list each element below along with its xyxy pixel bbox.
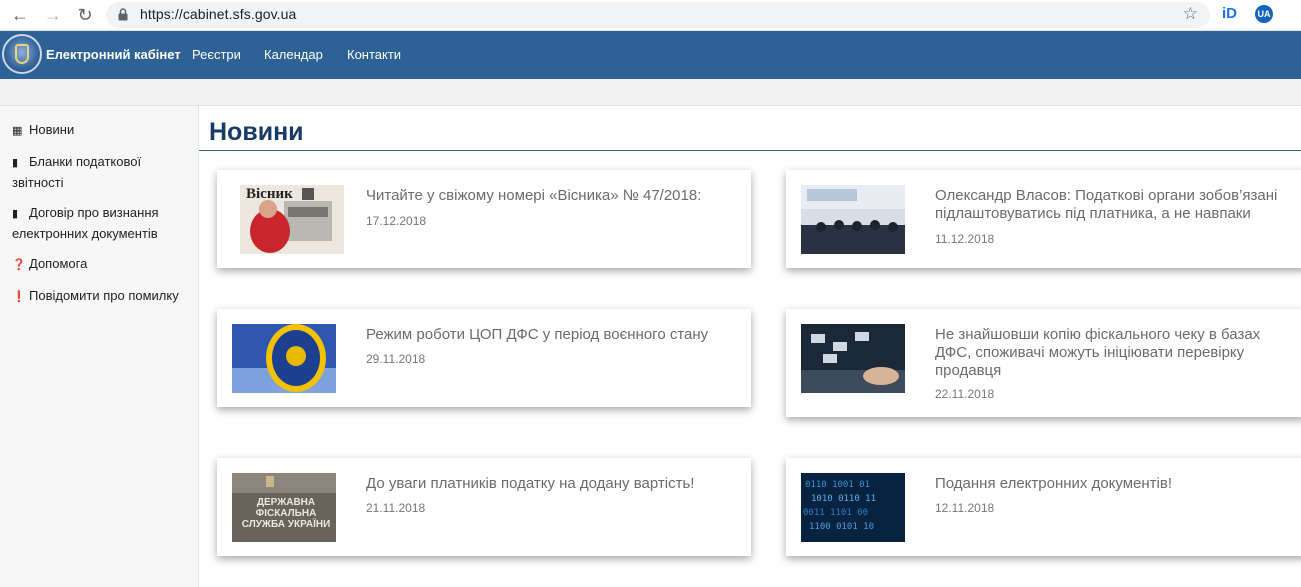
sidebar-item-label: Договір про визнання електронних докумен…	[12, 205, 159, 241]
exclamation-circle-icon: ❗	[12, 291, 26, 303]
news-card[interactable]: ДЕРЖАВНА ФІСКАЛЬНА СЛУЖБА УКРАЇНИ До ува…	[217, 458, 751, 556]
news-date: 12.11.2018	[935, 501, 995, 515]
sidebar-item-label: Допомога	[29, 256, 88, 271]
news-title[interactable]: Не знайшовши копію фіскального чеку в ба…	[935, 326, 1295, 380]
top-navbar: Електронний кабінет Реєстри Календар Кон…	[0, 31, 1301, 79]
back-arrow-icon[interactable]: ←	[9, 4, 31, 26]
sub-header-bar	[0, 79, 1301, 106]
sidebar-item-tax-forms[interactable]: ▮ Бланки податкової звітності	[12, 152, 187, 192]
question-circle-icon: ❓	[12, 259, 26, 271]
lock-icon	[118, 8, 128, 21]
url-text: https://cabinet.sfs.gov.ua	[140, 6, 297, 22]
sfs-emblem-logo[interactable]	[2, 34, 42, 74]
book-icon: ▮	[12, 208, 19, 220]
thumbnail-caption: Вісник	[246, 186, 293, 202]
brand-link[interactable]: Електронний кабінет	[46, 47, 181, 62]
news-thumbnail	[801, 185, 905, 254]
bookmark-star-icon[interactable]: ☆	[1183, 4, 1198, 24]
news-card[interactable]: Не знайшовши копію фіскального чеку в ба…	[786, 309, 1301, 417]
news-thumbnail	[232, 324, 336, 393]
news-date: 17.12.2018	[366, 214, 427, 228]
sidebar-item-label: Новини	[29, 122, 75, 137]
sidebar-item-report-error[interactable]: ❗ Повідомити про помилку	[12, 286, 179, 307]
news-title[interactable]: Олександр Власов: Податкові органи зобов…	[935, 187, 1301, 223]
title-divider	[199, 150, 1301, 151]
svg-text:1010 0110 11: 1010 0110 11	[811, 494, 876, 504]
news-title[interactable]: Подання електронних документів!	[935, 475, 1295, 493]
news-title[interactable]: До уваги платників податку на додану вар…	[366, 475, 741, 493]
news-card[interactable]: Режим роботи ЦОП ДФС у період воєнного с…	[217, 309, 751, 407]
sidebar-item-help[interactable]: ❓ Допомога	[12, 254, 87, 275]
newspaper-icon: ▦	[12, 125, 23, 137]
news-card[interactable]: Вісник Читайте у свіжому номері «Вісника…	[217, 170, 751, 268]
news-date: 11.12.2018	[935, 232, 995, 246]
news-date: 22.11.2018	[935, 387, 995, 401]
svg-text:0110 1001 01: 0110 1001 01	[805, 480, 870, 490]
news-title[interactable]: Режим роботи ЦОП ДФС у період воєнного с…	[366, 326, 741, 344]
news-date: 29.11.2018	[366, 352, 426, 366]
browser-toolbar: ← → ↻ https://cabinet.sfs.gov.ua ☆ iD UA	[0, 0, 1301, 31]
news-card[interactable]: 0110 1001 01 1010 0110 11 0011 1101 00 1…	[786, 458, 1301, 556]
extension-id-icon[interactable]: iD	[1222, 5, 1237, 22]
sidebar-item-label: Повідомити про помилку	[29, 288, 179, 303]
page-title: Новини	[209, 118, 304, 146]
sidebar-item-news[interactable]: ▦ Новини	[12, 120, 74, 141]
sidebar: ▦ Новини ▮ Бланки податкової звітності ▮ До…	[0, 106, 199, 587]
forward-arrow-icon[interactable]: →	[42, 4, 64, 26]
menu-calendar[interactable]: Календар	[264, 47, 323, 62]
svg-text:0011 1101 00: 0011 1101 00	[803, 508, 868, 518]
menu-registers[interactable]: Реєстри	[192, 47, 241, 62]
book-icon: ▮	[12, 157, 19, 169]
svg-text:1100 0101 10: 1100 0101 10	[809, 522, 874, 532]
address-bar[interactable]: https://cabinet.sfs.gov.ua ☆	[106, 2, 1210, 28]
news-title[interactable]: Читайте у свіжому номері «Вісника» № 47/…	[366, 187, 741, 205]
sidebar-item-label: Бланки податкової звітності	[12, 154, 142, 190]
news-card[interactable]: Олександр Власов: Податкові органи зобов…	[786, 170, 1301, 268]
news-date: 21.11.2018	[366, 501, 426, 515]
news-thumbnail: 0110 1001 01 1010 0110 11 0011 1101 00 1…	[801, 473, 905, 542]
reload-icon[interactable]: ↻	[74, 4, 96, 26]
news-thumbnail: Вісник	[240, 185, 344, 254]
sidebar-item-e-documents-agreement[interactable]: ▮ Договір про визнання електронних докуме…	[12, 203, 192, 243]
menu-contacts[interactable]: Контакти	[347, 47, 401, 62]
extension-ua-icon[interactable]: UA	[1255, 5, 1273, 23]
thumbnail-caption: ДЕРЖАВНА ФІСКАЛЬНА СЛУЖБА УКРАЇНИ	[241, 497, 331, 530]
news-thumbnail: ДЕРЖАВНА ФІСКАЛЬНА СЛУЖБА УКРАЇНИ	[232, 473, 336, 542]
news-thumbnail	[801, 324, 905, 393]
